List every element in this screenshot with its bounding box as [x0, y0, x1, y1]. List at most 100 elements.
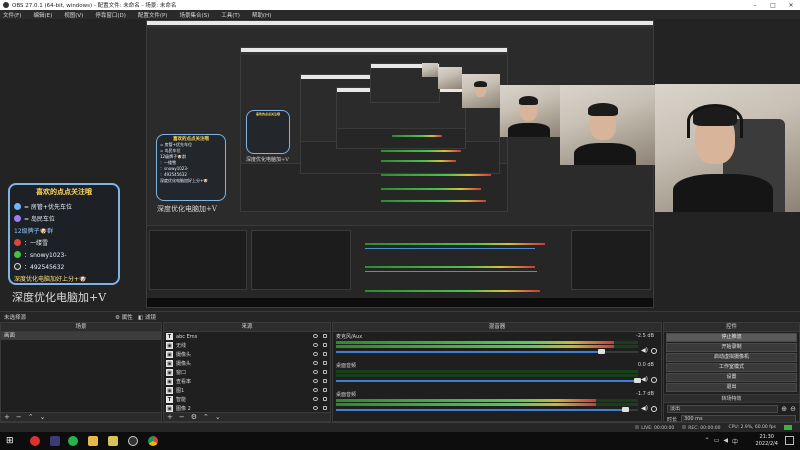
- ime-icon[interactable]: 中: [732, 437, 738, 446]
- menu-help[interactable]: 帮助(H): [252, 11, 271, 19]
- source-item[interactable]: ▣ 摄像头: [164, 350, 330, 359]
- scene-item[interactable]: 画面: [1, 332, 161, 340]
- lock-icon[interactable]: [323, 361, 327, 365]
- volume-slider[interactable]: [336, 380, 638, 382]
- text-source-icon: T: [166, 333, 173, 340]
- info-line: 12级牌子🐶群: [14, 227, 54, 235]
- source-item[interactable]: ▣ 窗口: [164, 368, 330, 377]
- lock-icon[interactable]: [323, 352, 327, 356]
- maximize-icon[interactable]: □: [764, 0, 782, 10]
- studio-mode-button[interactable]: 工作室模式: [666, 363, 797, 372]
- lock-icon[interactable]: [323, 406, 327, 410]
- source-item[interactable]: Tabc Ems: [164, 332, 330, 341]
- volume-slider-knob[interactable]: [634, 378, 641, 383]
- start-virtual-camera-button[interactable]: 启动虚拟摄像机: [666, 353, 797, 362]
- folder-icon[interactable]: [88, 436, 98, 446]
- notification-icon[interactable]: [785, 436, 794, 445]
- move-up-icon[interactable]: ⌃: [28, 413, 34, 421]
- speaker-icon[interactable]: ◀): [641, 377, 648, 383]
- move-down-icon[interactable]: ⌄: [215, 413, 221, 421]
- source-item[interactable]: ▣ 图1: [164, 386, 330, 395]
- menu-docks[interactable]: 停靠窗口(D): [95, 11, 126, 19]
- channel-name: 桌面音频: [336, 392, 357, 398]
- volume-slider-knob[interactable]: [597, 349, 605, 354]
- channel-settings-icon[interactable]: [651, 377, 657, 383]
- cpu-status: CPU: 2.9%, 60.00 fps: [728, 425, 777, 430]
- menu-edit[interactable]: 编辑(E): [33, 11, 52, 19]
- lock-icon[interactable]: [323, 334, 327, 338]
- level-meter: [336, 345, 638, 348]
- health-indicator-icon: [784, 425, 792, 430]
- menu-scene-collection[interactable]: 场景集合(S): [179, 11, 209, 19]
- add-scene-icon[interactable]: +: [4, 413, 10, 421]
- chrome-icon[interactable]: [148, 436, 158, 446]
- image-source-icon: ▣: [166, 405, 173, 412]
- menu-view[interactable]: 视图(V): [64, 11, 83, 19]
- settings-button[interactable]: 设置: [666, 373, 797, 382]
- diamond-icon: [14, 202, 21, 210]
- visibility-icon[interactable]: [313, 388, 318, 392]
- source-item[interactable]: ▣ 无线: [164, 341, 330, 350]
- visibility-icon[interactable]: [313, 370, 318, 374]
- add-transition-icon[interactable]: ⊕: [781, 405, 787, 413]
- image-source-icon: ▣: [166, 387, 173, 394]
- stop-streaming-button[interactable]: 停止推流: [666, 333, 797, 342]
- obs-app-icon[interactable]: [128, 436, 138, 446]
- lock-icon[interactable]: [323, 343, 327, 347]
- transition-select[interactable]: 淡出: [667, 405, 779, 413]
- visibility-icon[interactable]: [313, 397, 318, 401]
- minimize-icon[interactable]: –: [746, 0, 764, 10]
- source-settings-icon[interactable]: ⚙: [191, 413, 197, 421]
- level-meter-fill: [336, 341, 614, 344]
- controls-dock: 控件 停止推流 开始录制 启动虚拟摄像机 工作室模式 设置 退出 转场特效 淡出…: [663, 322, 800, 423]
- menu-file[interactable]: 文件(F): [3, 11, 21, 19]
- visibility-icon[interactable]: [313, 406, 318, 410]
- preview-canvas[interactable]: 喜欢的点点关注哦 = 房管+优先车位 = 岛民车位 12级牌子🐶群 ：一缕雪 ：…: [0, 19, 800, 311]
- chevron-up-icon[interactable]: ⌃: [705, 437, 710, 446]
- visibility-icon[interactable]: [313, 361, 318, 365]
- visibility-icon[interactable]: [313, 379, 318, 383]
- speaker-icon[interactable]: ◀): [641, 348, 648, 354]
- visibility-icon[interactable]: [313, 352, 318, 356]
- move-down-icon[interactable]: ⌄: [40, 413, 46, 421]
- volume-slider-knob[interactable]: [621, 407, 629, 412]
- speaker-icon[interactable]: ◀: [723, 437, 728, 446]
- visibility-icon[interactable]: [313, 343, 318, 347]
- remove-source-icon[interactable]: −: [179, 413, 185, 421]
- windows-taskbar: ⊞ ⌃ ▭ ◀ 中 21:30 2022/2/4: [0, 432, 800, 450]
- lock-icon[interactable]: [323, 388, 327, 392]
- filters-button[interactable]: ◧ 滤镜: [138, 313, 156, 321]
- scenes-toolbar: + − ⌃ ⌄: [1, 412, 161, 421]
- volume-slider-fill: [336, 351, 602, 353]
- start-icon[interactable]: ⊞: [6, 436, 16, 446]
- weibo-app-icon[interactable]: [30, 436, 40, 446]
- source-item[interactable]: ▣ 摄像头: [164, 359, 330, 368]
- lock-icon[interactable]: [323, 379, 327, 383]
- alien-app-icon[interactable]: [108, 436, 118, 446]
- menu-profile[interactable]: 配置文件(P): [138, 11, 168, 19]
- channel-settings-icon[interactable]: [651, 406, 657, 412]
- channel-settings-icon[interactable]: [651, 348, 657, 354]
- lock-icon[interactable]: [323, 370, 327, 374]
- close-icon[interactable]: ✕: [782, 0, 800, 10]
- remove-scene-icon[interactable]: −: [16, 413, 22, 421]
- channel-db: -2.5 dB: [636, 333, 654, 339]
- source-item[interactable]: ▣ 查看率: [164, 377, 330, 386]
- visibility-icon[interactable]: [313, 334, 318, 338]
- exit-button[interactable]: 退出: [666, 383, 797, 392]
- source-item[interactable]: T 智能: [164, 395, 330, 404]
- volume-slider[interactable]: [336, 409, 638, 411]
- remove-transition-icon[interactable]: ⊖: [790, 405, 796, 413]
- network-icon[interactable]: ▭: [714, 437, 720, 446]
- volume-slider[interactable]: [336, 351, 638, 353]
- start-recording-button[interactable]: 开始录制: [666, 343, 797, 352]
- speaker-icon[interactable]: ◀): [641, 406, 648, 412]
- menu-tools[interactable]: 工具(T): [221, 11, 240, 19]
- properties-button[interactable]: ⚙ 属性: [115, 313, 133, 321]
- netease-icon[interactable]: [50, 436, 60, 446]
- move-up-icon[interactable]: ⌃: [203, 413, 209, 421]
- lock-icon[interactable]: [323, 397, 327, 401]
- add-source-icon[interactable]: +: [167, 413, 173, 421]
- taskbar-clock[interactable]: 21:30 2022/2/4: [756, 434, 778, 448]
- wechat-app-icon[interactable]: [68, 436, 78, 446]
